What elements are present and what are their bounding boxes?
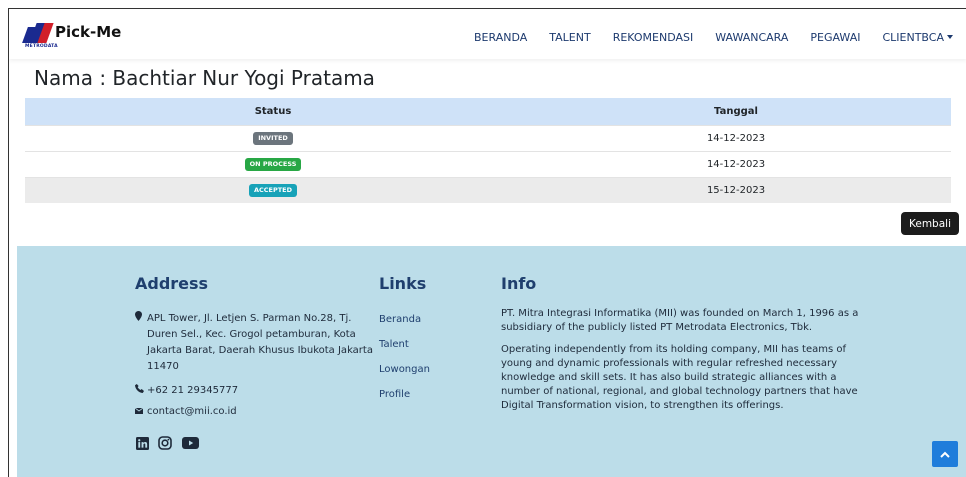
footer: Address APL Tower, Jl. Letjen S. Parman … <box>17 246 966 477</box>
brand-name: Pick-Me <box>55 23 122 41</box>
table-row: ACCEPTED 15-12-2023 <box>25 177 951 203</box>
nav-item-rekomendasi[interactable]: REKOMENDASI <box>613 31 694 44</box>
footer-links: Beranda Talent Lowongan Profile <box>379 307 430 407</box>
date-cell: 15-12-2023 <box>706 185 766 196</box>
address-block: APL Tower, Jl. Letjen S. Parman No.28, T… <box>135 311 373 375</box>
back-button[interactable]: Kembali <box>901 212 959 235</box>
column-header-tanggal: Tanggal <box>714 106 758 117</box>
nav-item-clientbca-label: CLIENTBCA <box>882 31 944 44</box>
email-line: contact@mii.co.id <box>134 406 237 417</box>
instagram-icon[interactable] <box>158 436 172 450</box>
footer-link-lowongan[interactable]: Lowongan <box>379 357 430 382</box>
nav-item-wawancara[interactable]: WAWANCARA <box>715 31 788 44</box>
table-row: INVITED 14-12-2023 <box>25 125 951 151</box>
map-marker-icon <box>135 311 147 327</box>
phone-icon <box>135 384 147 396</box>
caret-down-icon <box>947 35 953 39</box>
email-text[interactable]: contact@mii.co.id <box>147 406 237 417</box>
phone-text: +62 21 29345777 <box>147 384 239 396</box>
info-paragraph-1: PT. Mitra Integrasi Informatika (MII) wa… <box>501 308 859 333</box>
page-title: Nama : Bachtiar Nur Yogi Pratama <box>34 66 375 90</box>
footer-link-beranda[interactable]: Beranda <box>379 307 430 332</box>
address-title: Address <box>135 274 209 293</box>
nav-item-talent[interactable]: TALENT <box>549 31 590 44</box>
date-cell: 14-12-2023 <box>706 133 766 144</box>
nav-item-clientbca-dropdown[interactable]: CLIENTBCA <box>882 31 953 44</box>
date-cell: 14-12-2023 <box>706 159 766 170</box>
info-title: Info <box>501 274 537 293</box>
nav-item-beranda[interactable]: BERANDA <box>474 31 527 44</box>
table-row: ON PROCESS 14-12-2023 <box>25 151 951 177</box>
linkedin-icon[interactable] <box>135 436 149 450</box>
table-header-row: Status Tanggal <box>25 98 951 125</box>
envelope-icon <box>134 407 147 417</box>
social-links <box>135 436 199 450</box>
footer-link-talent[interactable]: Talent <box>379 332 430 357</box>
phone-line: +62 21 29345777 <box>135 384 238 396</box>
youtube-icon[interactable] <box>181 436 199 450</box>
nav-item-pegawai[interactable]: PEGAWAI <box>810 31 860 44</box>
links-title: Links <box>379 274 427 293</box>
status-badge: ACCEPTED <box>248 184 298 197</box>
address-text: APL Tower, Jl. Letjen S. Parman No.28, T… <box>147 313 373 372</box>
status-badge: ON PROCESS <box>244 158 302 171</box>
info-paragraph-2: Operating independently from its holding… <box>501 344 858 411</box>
brand-sub-label: METRODATA <box>25 44 58 49</box>
scroll-to-top-button[interactable] <box>932 441 958 467</box>
chevron-up-icon <box>940 451 950 458</box>
nav-menu: BERANDA TALENT REKOMENDASI WAWANCARA PEG… <box>452 31 953 44</box>
navbar: METRODATA Pick-Me BERANDA TALENT REKOMEN… <box>9 9 966 59</box>
brand-logo[interactable]: METRODATA Pick-Me <box>22 23 122 49</box>
status-table: Status Tanggal INVITED 14-12-2023 ON PRO… <box>25 98 951 203</box>
status-badge: INVITED <box>253 132 293 145</box>
metrodata-logo-icon: METRODATA <box>22 23 58 49</box>
footer-link-profile[interactable]: Profile <box>379 382 430 407</box>
info-block: PT. Mitra Integrasi Informatika (MII) wa… <box>501 307 861 421</box>
app-frame: METRODATA Pick-Me BERANDA TALENT REKOMEN… <box>8 8 966 477</box>
column-header-status: Status <box>254 106 292 117</box>
